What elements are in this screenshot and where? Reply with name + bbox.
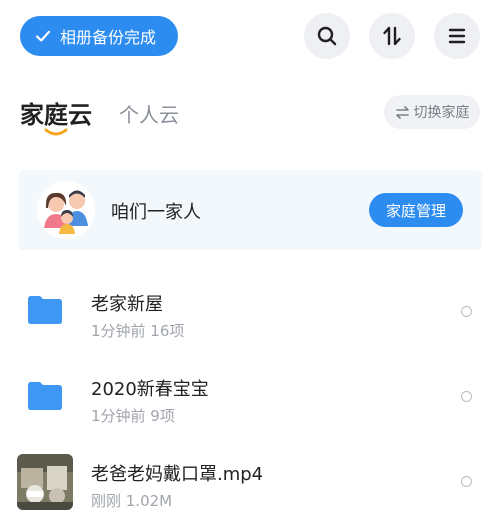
backup-status-label: 相册备份完成 xyxy=(60,28,157,47)
folder-icon xyxy=(28,382,62,410)
file-name: 老家新屋 xyxy=(91,294,163,315)
list-item[interactable]: 老家新屋 1分钟前 16项 xyxy=(0,272,500,352)
select-radio[interactable] xyxy=(461,391,472,402)
swap-icon xyxy=(395,105,409,119)
check-icon xyxy=(35,30,51,42)
file-meta: 1分钟前 9项 xyxy=(91,407,175,425)
family-avatar xyxy=(37,181,95,239)
file-name: 2020新春宝宝 xyxy=(91,379,209,400)
menu-button[interactable] xyxy=(434,13,480,59)
file-name: 老爸老妈戴口罩.mp4 xyxy=(91,464,264,485)
video-thumbnail xyxy=(17,454,73,510)
backup-status-button[interactable]: 相册备份完成 xyxy=(20,16,178,56)
family-card[interactable]: 咱们一家人 家庭管理 xyxy=(18,170,482,250)
switch-family-label: 切换家庭 xyxy=(413,105,470,121)
switch-family-button[interactable]: 切换家庭 xyxy=(384,95,480,129)
tab-personal-cloud[interactable]: 个人云 xyxy=(119,99,179,128)
list-item[interactable]: 老爸老妈戴口罩.mp4 刚刚 1.02M xyxy=(0,442,500,522)
search-icon xyxy=(317,26,337,46)
select-radio[interactable] xyxy=(461,476,472,487)
sort-button[interactable] xyxy=(369,13,415,59)
search-button[interactable] xyxy=(304,13,350,59)
tab-family-cloud[interactable]: 家庭云 xyxy=(20,95,92,130)
family-name: 咱们一家人 xyxy=(111,202,201,223)
tab-active-indicator xyxy=(44,128,68,136)
sort-icon xyxy=(383,26,401,46)
video-thumbnail-image xyxy=(17,454,73,510)
select-radio[interactable] xyxy=(461,306,472,317)
family-manage-button[interactable]: 家庭管理 xyxy=(369,193,463,227)
menu-icon xyxy=(448,28,466,44)
list-item[interactable]: 2020新春宝宝 1分钟前 9项 xyxy=(0,357,500,437)
folder-icon xyxy=(28,296,62,324)
file-meta: 刚刚 1.02M xyxy=(91,492,173,510)
file-meta: 1分钟前 16项 xyxy=(91,322,185,340)
